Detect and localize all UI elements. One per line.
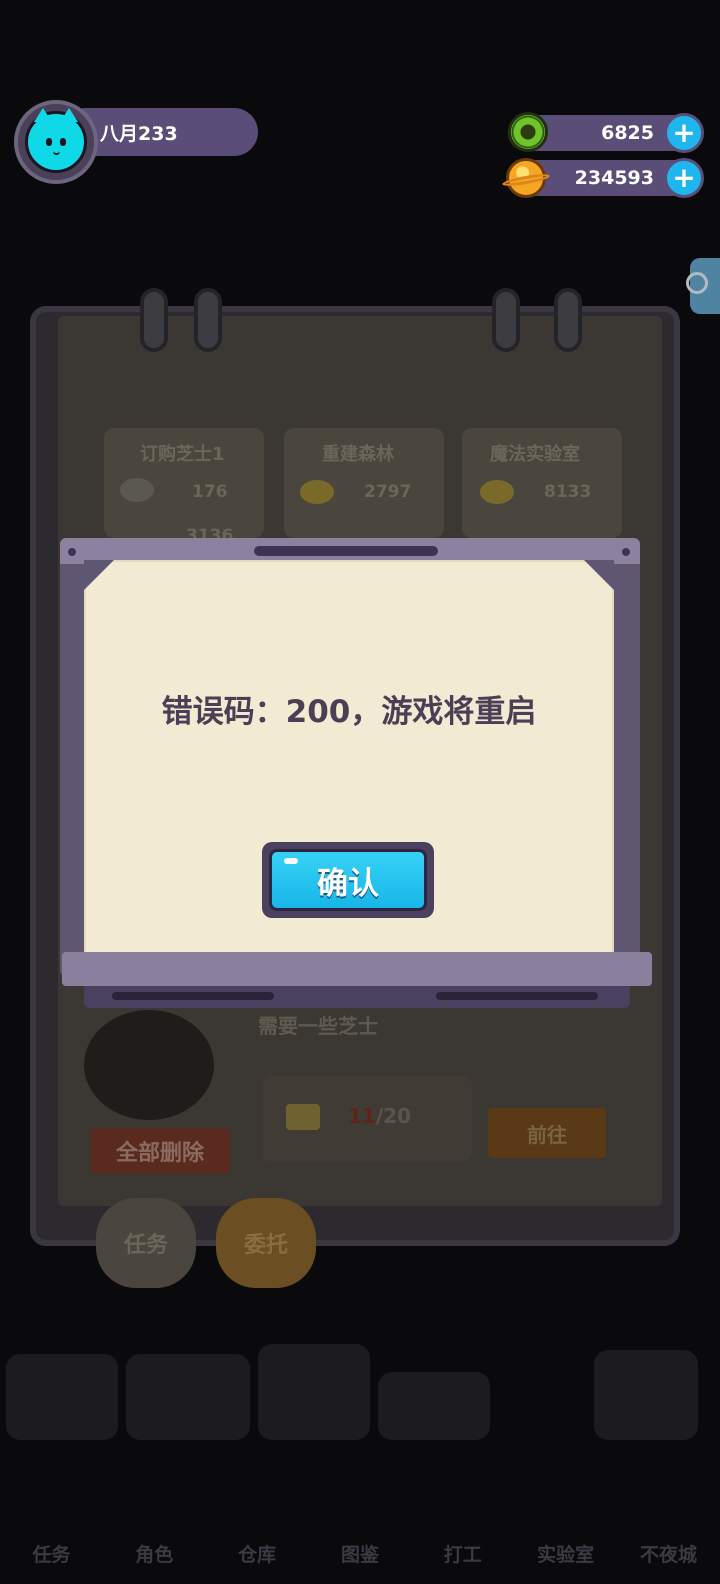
nav-item-warehouse[interactable]: 仓库 [218,1540,296,1567]
error-message: 错误码：200，游戏将重启 [161,694,537,730]
coin-icon [300,480,334,504]
shop-slot[interactable] [6,1354,118,1440]
task-description: 需要一些芝士 [258,1014,378,1038]
nav-item-characters[interactable]: 角色 [115,1540,193,1567]
order-card-value: 176 [192,482,228,502]
add-gems-button[interactable]: + [664,113,704,153]
cat-avatar-icon [25,108,87,173]
rivet [622,548,630,556]
base-stripe [436,992,598,1000]
paper-corner [84,560,114,590]
add-coins-button[interactable]: + [664,158,704,198]
progress-current: 11 [348,1104,376,1128]
gem-count: 6825 [601,122,654,144]
shop-slot[interactable] [594,1350,698,1440]
nav-item-tasks[interactable]: 任务 [12,1540,90,1567]
nav-item-night-city[interactable]: 不夜城 [629,1540,707,1567]
nav-item-work[interactable]: 打工 [424,1540,502,1567]
cheese-icon [286,1104,320,1130]
tab-tasks[interactable]: 任务 [96,1198,196,1288]
order-card-title: 订购芝士1 [140,444,225,465]
player-name: 八月233 [100,122,178,145]
order-card-value: 2797 [364,482,412,502]
rivet [68,548,76,556]
bottom-nav: 任务 角色 仓库 图鉴 打工 实验室 不夜城 [0,1540,720,1567]
nav-item-collection[interactable]: 图鉴 [321,1540,399,1567]
paper-corner [584,560,614,590]
shop-slot[interactable] [378,1372,490,1440]
coin-count: 234593 [574,167,654,189]
character-portrait [84,1010,214,1120]
tab-commissions[interactable]: 委托 [216,1198,316,1288]
base-stripe [112,992,274,1000]
binder-ring [194,288,222,352]
dialog-handle [254,546,438,556]
binder-ring [554,288,582,352]
side-share-tab[interactable] [686,258,720,314]
goto-button[interactable]: 前往 [488,1108,606,1158]
avatar[interactable] [14,100,98,184]
coin-icon [506,158,546,198]
progress-total: /20 [375,1104,411,1128]
nav-item-lab[interactable]: 实验室 [527,1540,605,1567]
coin-icon [480,480,514,504]
confirm-button[interactable]: 确认 [262,842,434,918]
delete-all-button[interactable]: 全部删除 [90,1128,230,1174]
order-card-title: 重建森林 [322,444,394,465]
dialog-base [62,952,652,986]
binder-ring [492,288,520,352]
order-card-value: 8133 [544,482,592,502]
bolt-icon [120,478,154,502]
binder-ring [140,288,168,352]
gem-icon [508,112,548,152]
confirm-button-label: 确认 [269,849,427,911]
shop-slot[interactable] [126,1354,250,1440]
order-card-title: 魔法实验室 [490,444,580,465]
share-icon [686,272,708,294]
shop-slot[interactable] [258,1344,370,1440]
